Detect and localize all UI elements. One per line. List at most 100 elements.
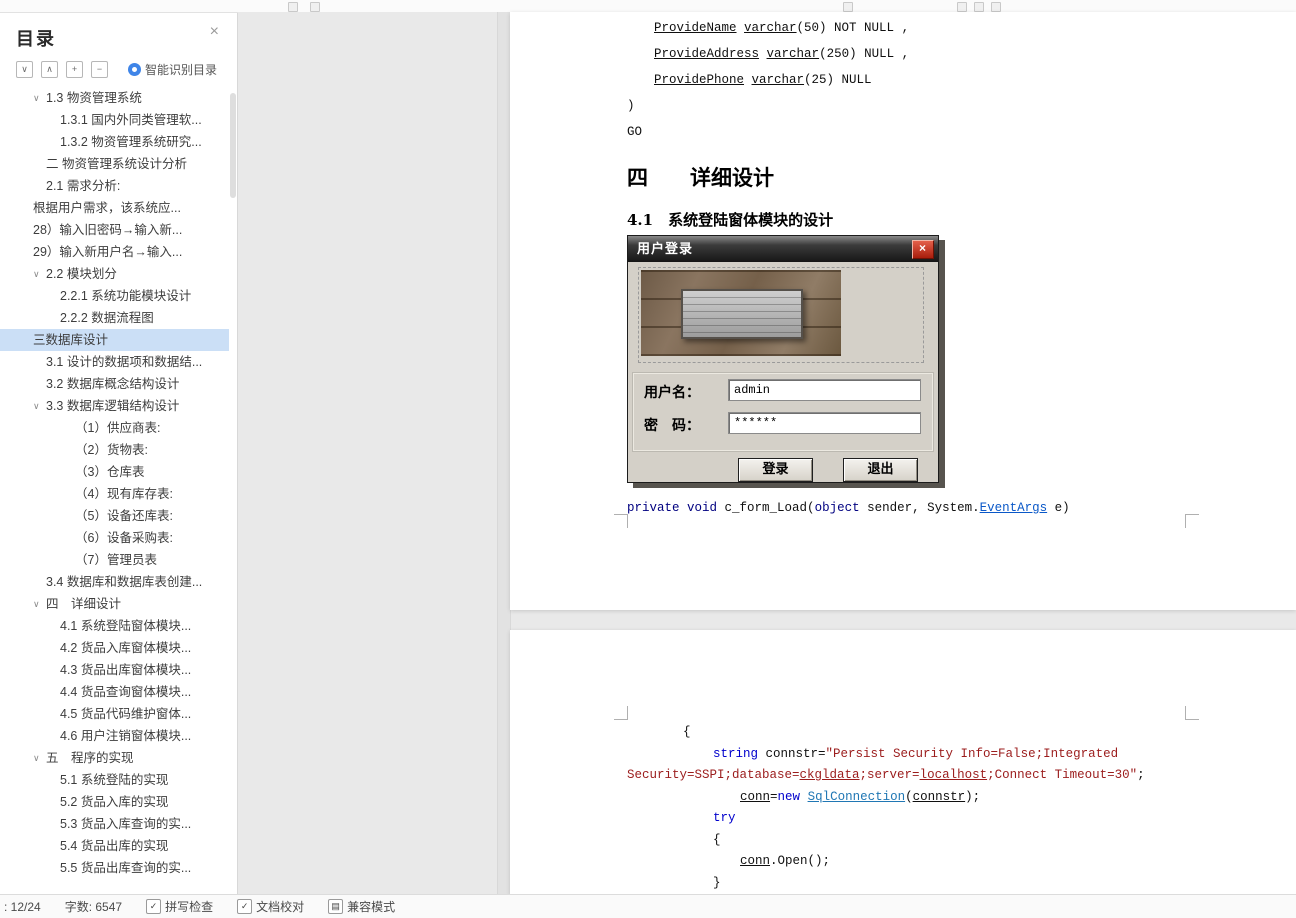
toc-item-label: （6）设备采购表: (75, 531, 173, 545)
compat-mode-indicator[interactable]: ▤ 兼容模式 (328, 898, 395, 915)
toc-item-label: 2.1 需求分析: (46, 179, 121, 193)
toc-item[interactable]: 4.5 货品代码维护窗体... (0, 703, 229, 725)
toc-item-label: （7）管理员表 (75, 553, 157, 567)
toc-item[interactable]: 4.2 货品入库窗体模块... (0, 637, 229, 659)
toc-item[interactable]: 三数据库设计 (0, 329, 229, 351)
toc-item-label: 3.4 数据库和数据库表创建... (46, 575, 203, 589)
toc-item-label: 二 物资管理系统设计分析 (46, 157, 187, 171)
toc-scrollbar[interactable] (230, 87, 237, 895)
toc-item-label: 5.1 系统登陆的实现 (60, 773, 169, 787)
toc-item[interactable]: 3.2 数据库概念结构设计 (0, 373, 229, 395)
expand-all-icon[interactable]: ∧ (41, 61, 58, 79)
toc-item-label: 五 程序的实现 (46, 751, 134, 765)
toolbar-mini-icon[interactable] (957, 2, 967, 12)
doc-proofread-button[interactable]: ✓ 文档校对 (237, 898, 304, 915)
toc-item[interactable]: 5.3 货品入库查询的实... (0, 813, 229, 835)
toc-item[interactable]: 5.2 货品入库的实现 (0, 791, 229, 813)
toc-item-label: 4.5 货品代码维护窗体... (60, 707, 192, 721)
toc-item[interactable]: ∨ 五 程序的实现 (0, 747, 229, 769)
toc-item-label: 28）输入旧密码→输入新... (33, 223, 183, 237)
toc-item[interactable]: 5.5 货品出库查询的实... (0, 857, 229, 879)
toc-item-label: （3）仓库表 (75, 465, 145, 479)
toc-item[interactable]: ∨ 3.3 数据库逻辑结构设计 (0, 395, 229, 417)
toc-item-label: 1.3.1 国内外同类管理软... (60, 113, 202, 127)
toc-tool-icons: ∨ ∧ + − (16, 61, 116, 79)
text-boundary-mark (614, 706, 628, 720)
toc-item[interactable]: ∨ 四 详细设计 (0, 593, 229, 615)
toc-item[interactable]: ∨ 2.2 模块划分 (0, 263, 229, 285)
collapse-arrow-icon[interactable]: ∨ (33, 747, 46, 769)
page-indicator[interactable]: : 12/24 (4, 900, 41, 914)
formatting-mark-icon[interactable] (843, 2, 853, 12)
toc-item[interactable]: 1.3.2 物资管理系统研究... (0, 131, 229, 153)
document-scrollbar[interactable] (497, 12, 511, 895)
collapse-arrow-icon[interactable]: ∨ (33, 87, 46, 109)
close-icon[interactable]: × (210, 23, 219, 41)
dialog-titlebar: 用户登录 × (628, 236, 938, 262)
word-count[interactable]: 字数: 6547 (65, 898, 122, 915)
toc-item[interactable]: （7）管理员表 (0, 549, 229, 571)
formatting-mark-icon[interactable] (310, 2, 320, 12)
toc-item[interactable]: 4.1 系统登陆窗体模块... (0, 615, 229, 637)
login-dialog-screenshot[interactable]: 用户登录 × 用户名： admin 密 码： ****** 登录 退出 (627, 235, 939, 483)
toc-item-label: （1）供应商表: (75, 421, 161, 435)
code-block-2: {string connstr="Persist Security Info=F… (627, 725, 1145, 890)
exit-button: 退出 (843, 458, 918, 482)
expand-level-icon[interactable]: + (66, 61, 83, 79)
toc-item-label: 5.3 货品入库查询的实... (60, 817, 192, 831)
chapter-heading: 四 详细设计 (627, 165, 774, 190)
document-area: ProvideName varchar(50) NOT NULL , Provid… (238, 12, 1296, 895)
toc-item-label: 29）输入新用户名→输入... (33, 245, 183, 259)
smart-toc-button[interactable]: 智能识别目录 (128, 61, 217, 78)
toc-item-label: 4.6 用户注销窗体模块... (60, 729, 192, 743)
toc-tree: ∨ 1.3 物资管理系统 1.3.1 国内外同类管理软... 1.3.2 物资管理系统… (0, 87, 229, 895)
toc-item[interactable]: 2.2.1 系统功能模块设计 (0, 285, 229, 307)
password-label: 密 码： (644, 418, 700, 434)
toc-item[interactable]: 4.4 货品查询窗体模块... (0, 681, 229, 703)
toc-scrollbar-thumb[interactable] (230, 93, 236, 198)
toc-item[interactable]: 根据用户需求，该系统应... (0, 197, 229, 219)
toc-item[interactable]: 29）输入新用户名→输入... (0, 241, 229, 263)
toc-item[interactable]: （6）设备采购表: (0, 527, 229, 549)
toc-item-label: 3.2 数据库概念结构设计 (46, 377, 180, 391)
spell-check-toggle[interactable]: ✓ 拼写检查 (146, 898, 213, 915)
toc-item[interactable]: （2）货物表: (0, 439, 229, 461)
collapse-arrow-icon[interactable]: ∨ (33, 395, 46, 417)
username-textbox: admin (728, 379, 921, 401)
toc-item[interactable]: 3.1 设计的数据项和数据结... (0, 351, 229, 373)
toc-item-label: 4.2 货品入库窗体模块... (60, 641, 192, 655)
text-boundary-mark (1185, 706, 1199, 720)
collapse-arrow-icon[interactable]: ∨ (33, 593, 46, 615)
collapse-level-icon[interactable]: − (91, 61, 108, 79)
toc-item[interactable]: （5）设备还库表: (0, 505, 229, 527)
toc-item[interactable]: 2.2.2 数据流程图 (0, 307, 229, 329)
toc-item-label: （4）现有库存表: (75, 487, 173, 501)
toc-item[interactable]: 二 物资管理系统设计分析 (0, 153, 229, 175)
dialog-body: 用户名： admin 密 码： ****** 登录 退出 (628, 262, 938, 482)
toc-panel-title: 目录 (16, 29, 56, 49)
toc-item[interactable]: 2.1 需求分析: (0, 175, 229, 197)
toc-item-label: 4.3 货品出库窗体模块... (60, 663, 192, 677)
toc-item[interactable]: 5.4 货品出库的实现 (0, 835, 229, 857)
toc-item[interactable]: 28）输入旧密码→输入新... (0, 219, 229, 241)
toc-item-label: 2.2 模块划分 (46, 267, 117, 281)
username-label: 用户名： (644, 385, 700, 401)
toc-item[interactable]: 3.4 数据库和数据库表创建... (0, 571, 229, 593)
proofread-icon: ✓ (237, 899, 253, 914)
text-boundary-mark (1185, 514, 1199, 528)
toc-item[interactable]: ∨ 1.3 物资管理系统 (0, 87, 229, 109)
dialog-close-icon: × (912, 240, 934, 259)
toc-item[interactable]: （4）现有库存表: (0, 483, 229, 505)
toc-item[interactable]: 4.3 货品出库窗体模块... (0, 659, 229, 681)
toc-item-label: 三数据库设计 (33, 333, 109, 347)
toc-item[interactable]: 4.6 用户注销窗体模块... (0, 725, 229, 747)
toc-item[interactable]: 5.1 系统登陆的实现 (0, 769, 229, 791)
toolbar-mini-icon[interactable] (991, 2, 1001, 12)
collapse-all-icon[interactable]: ∨ (16, 61, 33, 79)
collapse-arrow-icon[interactable]: ∨ (33, 263, 46, 285)
toc-item[interactable]: （1）供应商表: (0, 417, 229, 439)
toc-item[interactable]: 1.3.1 国内外同类管理软... (0, 109, 229, 131)
formatting-mark-icon[interactable] (288, 2, 298, 12)
toolbar-mini-icon[interactable] (974, 2, 984, 12)
toc-item[interactable]: （3）仓库表 (0, 461, 229, 483)
